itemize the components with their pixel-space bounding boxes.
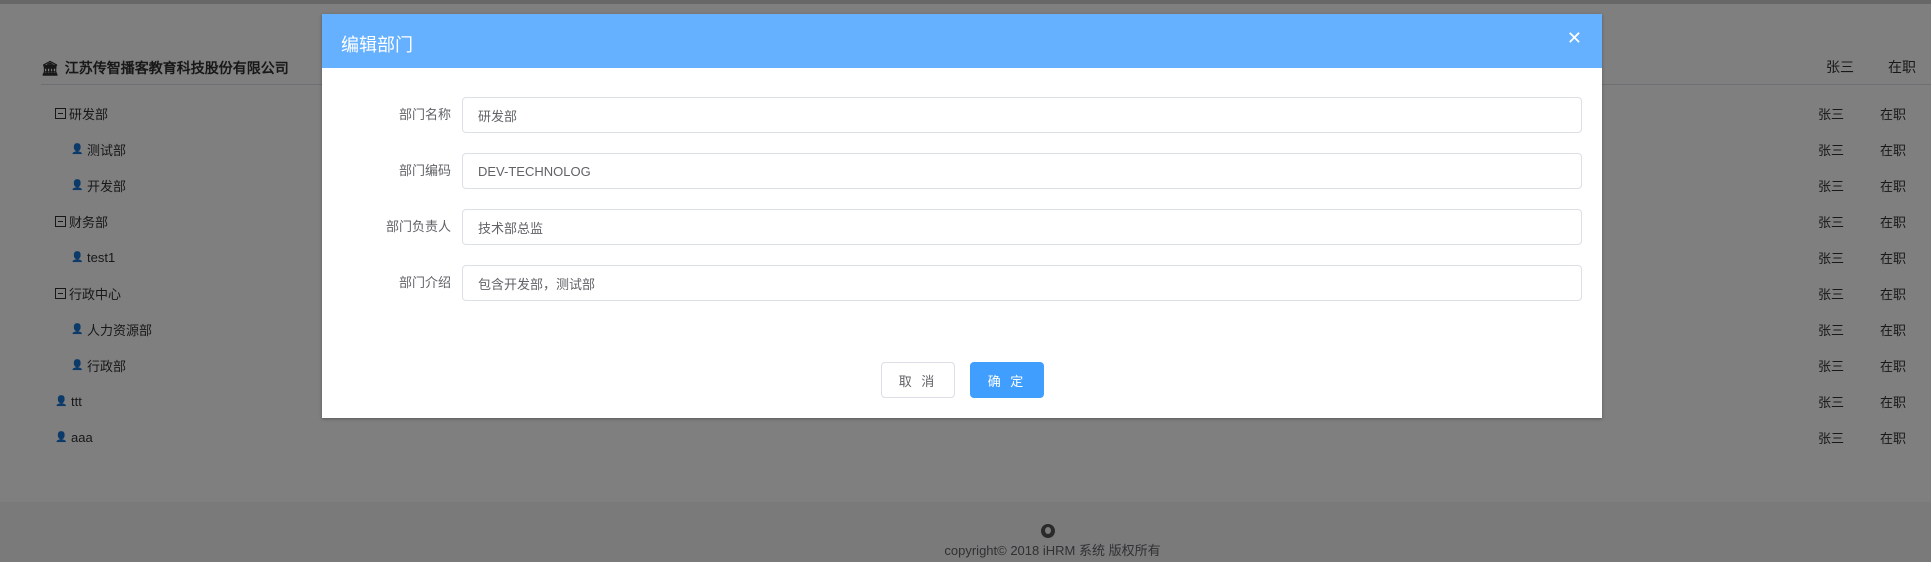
form-row-code: 部门编码 bbox=[322, 153, 1602, 189]
department-code-input[interactable] bbox=[462, 153, 1582, 189]
form-row-name: 部门名称 bbox=[322, 97, 1602, 133]
department-intro-label: 部门介绍 bbox=[398, 275, 451, 290]
dialog-header: 编辑部门 ✕ bbox=[322, 14, 1602, 68]
close-icon[interactable]: ✕ bbox=[1567, 29, 1582, 47]
department-code-label: 部门编码 bbox=[398, 163, 451, 178]
department-manager-label: 部门负责人 bbox=[385, 219, 451, 234]
department-name-input[interactable] bbox=[462, 97, 1582, 133]
dialog-title: 编辑部门 bbox=[341, 35, 413, 55]
edit-department-dialog: 编辑部门 ✕ 部门名称 部门编码 部门负责人 部门介绍 取 消 确 定 bbox=[322, 14, 1602, 418]
department-name-label: 部门名称 bbox=[398, 107, 451, 122]
form-row-manager: 部门负责人 bbox=[322, 209, 1602, 245]
department-intro-input[interactable] bbox=[462, 265, 1582, 301]
cancel-button[interactable]: 取 消 bbox=[881, 362, 955, 398]
form-row-intro: 部门介绍 bbox=[322, 265, 1602, 301]
confirm-button[interactable]: 确 定 bbox=[970, 362, 1044, 398]
department-manager-input[interactable] bbox=[462, 209, 1582, 245]
